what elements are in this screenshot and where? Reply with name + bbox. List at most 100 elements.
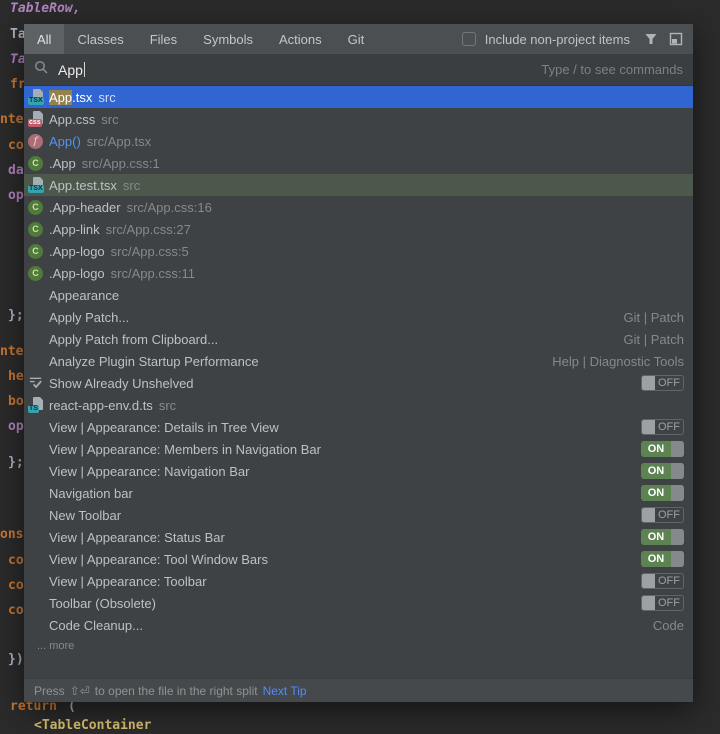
include-non-project-checkbox[interactable] xyxy=(462,32,476,46)
toggle-off[interactable]: OFF xyxy=(641,595,684,611)
editor-code-fragment: nte xyxy=(0,344,23,360)
result-name: Navigation bar xyxy=(49,486,133,501)
result-row[interactable]: Navigation bar ON xyxy=(24,482,693,504)
result-row[interactable]: C.App-logosrc/App.css:5 xyxy=(24,240,693,262)
no-icon xyxy=(28,309,44,325)
editor-code-fragment: bo xyxy=(8,394,24,410)
result-row[interactable]: View | Appearance: Navigation BarON xyxy=(24,460,693,482)
toggle-label: ON xyxy=(641,485,671,501)
result-name: ... more xyxy=(37,640,74,652)
toggle-on[interactable]: ON xyxy=(641,529,684,545)
result-row[interactable]: New Toolbar OFF xyxy=(24,504,693,526)
result-row[interactable]: View | Appearance: Members in Navigation… xyxy=(24,438,693,460)
result-row[interactable]: View | Appearance: Tool Window Bars ON xyxy=(24,548,693,570)
open-in-find-window-icon[interactable] xyxy=(668,31,684,47)
toggle-knob xyxy=(642,574,655,588)
result-location: src/App.tsx xyxy=(87,134,151,149)
function-icon: f xyxy=(28,133,44,149)
result-name: Apply Patch from Clipboard... xyxy=(49,332,218,347)
search-field[interactable]: App Type / to see commands xyxy=(24,54,693,86)
result-name: .App-header xyxy=(49,200,121,215)
tab-files[interactable]: Files xyxy=(137,24,190,54)
tab-actions[interactable]: Actions xyxy=(266,24,335,54)
result-name: App.tsx xyxy=(49,90,92,105)
result-name: View | Appearance: Toolbar xyxy=(49,574,207,589)
css-class-icon: C xyxy=(28,199,44,215)
search-input-value[interactable]: App xyxy=(58,62,83,78)
result-row[interactable]: Show Already UnshelvedOFF xyxy=(24,372,693,394)
result-name: Toolbar (Obsolete) xyxy=(49,596,156,611)
result-row[interactable]: Appearance xyxy=(24,284,693,306)
search-everywhere-popup: AllClassesFilesSymbolsActionsGit Include… xyxy=(24,24,693,702)
more-results-item[interactable]: ... more xyxy=(24,636,693,655)
next-tip-link[interactable]: Next Tip xyxy=(263,684,307,698)
result-name: View | Appearance: Members in Navigation… xyxy=(49,442,321,457)
result-category-label: Git | Patch xyxy=(624,310,684,325)
tab-symbols[interactable]: Symbols xyxy=(190,24,266,54)
result-row[interactable]: C .App-header src/App.css:16 xyxy=(24,196,693,218)
no-icon xyxy=(28,463,44,479)
toggle-on[interactable]: ON xyxy=(641,485,684,501)
editor-code-fragment: <TableContainer xyxy=(34,718,151,734)
editor-code-fragment: co xyxy=(8,553,24,569)
toggle-on[interactable]: ON xyxy=(641,551,684,567)
editor-code-fragment: }) xyxy=(8,652,24,668)
unshelve-icon xyxy=(28,375,44,391)
result-name: App.test.tsx xyxy=(49,178,117,193)
result-row[interactable]: C.App-logosrc/App.css:11 xyxy=(24,262,693,284)
result-location: src/App.css:11 xyxy=(111,266,195,281)
result-row[interactable]: TSXApp.test.tsxsrc xyxy=(24,174,693,196)
search-icon xyxy=(34,60,49,80)
editor-code-fragment: ons xyxy=(0,527,23,543)
tab-classes[interactable]: Classes xyxy=(64,24,136,54)
toggle-off[interactable]: OFF xyxy=(641,375,684,391)
toggle-off[interactable]: OFF xyxy=(641,573,684,589)
result-name: View | Appearance: Tool Window Bars xyxy=(49,552,268,567)
result-row[interactable]: f App() src/App.tsx xyxy=(24,130,693,152)
result-row[interactable]: View | Appearance: Details in Tree ViewO… xyxy=(24,416,693,438)
result-row[interactable]: C.Appsrc/App.css:1 xyxy=(24,152,693,174)
result-row[interactable]: Analyze Plugin Startup PerformanceHelp |… xyxy=(24,350,693,372)
no-icon xyxy=(28,419,44,435)
no-icon xyxy=(28,617,44,633)
toggle-label: OFF xyxy=(655,574,683,588)
filter-icon[interactable] xyxy=(643,31,659,47)
result-row[interactable]: View | Appearance: Toolbar OFF xyxy=(24,570,693,592)
result-row[interactable]: TSXApp.tsxsrc xyxy=(24,86,693,108)
toggle-knob xyxy=(671,463,684,479)
result-row[interactable]: Toolbar (Obsolete) OFF xyxy=(24,592,693,614)
toggle-on[interactable]: ON xyxy=(641,441,684,457)
toggle-knob xyxy=(671,485,684,501)
editor-code-fragment: co xyxy=(8,603,24,619)
toggle-label: ON xyxy=(641,551,671,567)
toggle-on[interactable]: ON xyxy=(641,463,684,479)
editor-code-fragment: nte xyxy=(0,112,23,128)
result-row[interactable]: Apply Patch...Git | Patch xyxy=(24,306,693,328)
result-row[interactable]: Code Cleanup...Code xyxy=(24,614,693,636)
result-row[interactable]: View | Appearance: Status Bar ON xyxy=(24,526,693,548)
result-row[interactable]: TSreact-app-env.d.tssrc xyxy=(24,394,693,416)
toggle-label: ON xyxy=(641,441,671,457)
tab-all[interactable]: All xyxy=(24,24,64,54)
include-non-project-label: Include non-project items xyxy=(485,32,630,47)
result-name: App() xyxy=(49,134,81,149)
no-icon xyxy=(28,529,44,545)
result-row[interactable]: C.App-linksrc/App.css:27 xyxy=(24,218,693,240)
result-name: react-app-env.d.ts xyxy=(49,398,153,413)
result-location: src/App.css:1 xyxy=(82,156,160,171)
scope-tabs-bar: AllClassesFilesSymbolsActionsGit Include… xyxy=(24,24,693,54)
result-name: .App-logo xyxy=(49,266,105,281)
result-row[interactable]: Apply Patch from Clipboard...Git | Patch xyxy=(24,328,693,350)
tab-git[interactable]: Git xyxy=(335,24,378,54)
result-name: View | Appearance: Status Bar xyxy=(49,530,225,545)
no-icon xyxy=(28,485,44,501)
result-row[interactable]: cssApp.csssrc xyxy=(24,108,693,130)
no-icon xyxy=(28,551,44,567)
hint-prefix: Press xyxy=(34,684,65,698)
no-icon xyxy=(28,595,44,611)
result-location: src/App.css:16 xyxy=(127,200,212,215)
results-list: TSXApp.tsxsrccssApp.csssrcfApp()src/App.… xyxy=(24,86,693,678)
toggle-off[interactable]: OFF xyxy=(641,419,684,435)
result-name: New Toolbar xyxy=(49,508,121,523)
toggle-off[interactable]: OFF xyxy=(641,507,684,523)
